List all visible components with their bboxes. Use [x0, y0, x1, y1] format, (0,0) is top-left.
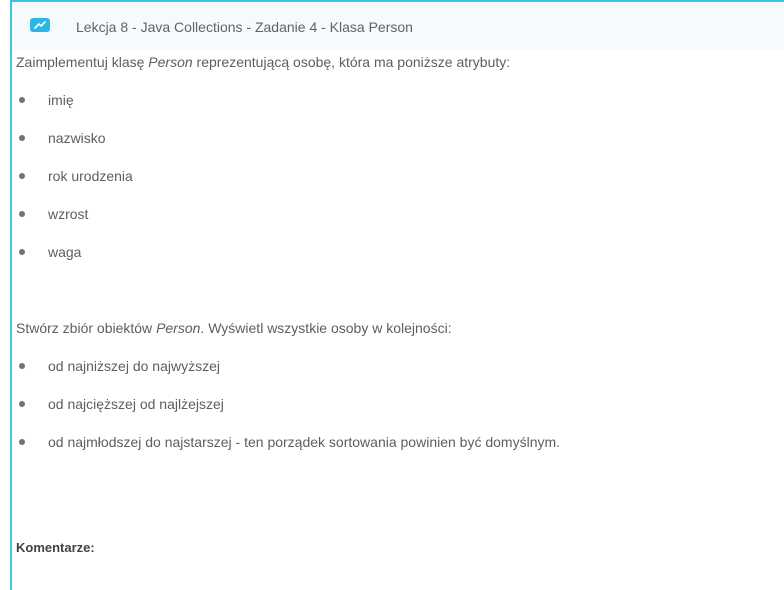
bullet-icon [19, 249, 25, 255]
edit-icon [30, 18, 50, 32]
bullet-icon [19, 401, 25, 407]
list-item: imię [16, 90, 133, 128]
list-item: wzrost [16, 204, 133, 242]
task-title: Lekcja 8 - Java Collections - Zadanie 4 … [76, 19, 413, 35]
attribute-label: imię [48, 92, 74, 108]
task-text-before: Stwórz zbiór obiektów [16, 320, 157, 336]
intro-text-before: Zaimplementuj klasę [16, 54, 149, 70]
list-item: od najcięższej od najlżejszej [16, 394, 560, 432]
list-item: nazwisko [16, 128, 133, 166]
bullet-icon [19, 439, 25, 445]
attribute-label: nazwisko [48, 130, 106, 146]
bullet-icon [19, 363, 25, 369]
task-text-after: . Wyświetl wszystkie osoby w kolejności: [200, 320, 452, 336]
bullet-icon [19, 135, 25, 141]
bullet-icon [19, 97, 25, 103]
attributes-list: imię nazwisko rok urodzenia wzrost waga [16, 90, 133, 280]
intro-text-after: reprezentującą osobę, która ma poniższe … [192, 54, 511, 70]
comments-heading: Komentarze: [16, 540, 95, 555]
task-class-name: Person [156, 320, 201, 336]
bullet-icon [19, 173, 25, 179]
task-card: Lekcja 8 - Java Collections - Zadanie 4 … [10, 0, 784, 590]
list-item: waga [16, 242, 133, 280]
ordering-label: od najcięższej od najlżejszej [48, 396, 224, 412]
list-item: od najniższej do najwyższej [16, 356, 560, 394]
attribute-label: waga [48, 244, 82, 260]
ordering-label: od najniższej do najwyższej [48, 358, 220, 374]
orderings-list: od najniższej do najwyższej od najcięższ… [16, 356, 560, 470]
list-item: od najmłodszej do najstarszej - ten porz… [16, 432, 560, 470]
task-header: Lekcja 8 - Java Collections - Zadanie 4 … [12, 2, 784, 50]
list-item: rok urodzenia [16, 166, 133, 204]
attribute-label: rok urodzenia [48, 168, 133, 184]
task-paragraph: Stwórz zbiór obiektów Person. Wyświetl w… [16, 318, 452, 338]
bullet-icon [19, 211, 25, 217]
intro-paragraph: Zaimplementuj klasę Person reprezentując… [16, 52, 510, 72]
intro-class-name: Person [148, 54, 193, 70]
attribute-label: wzrost [48, 206, 89, 222]
ordering-label: od najmłodszej do najstarszej - ten porz… [48, 434, 561, 450]
